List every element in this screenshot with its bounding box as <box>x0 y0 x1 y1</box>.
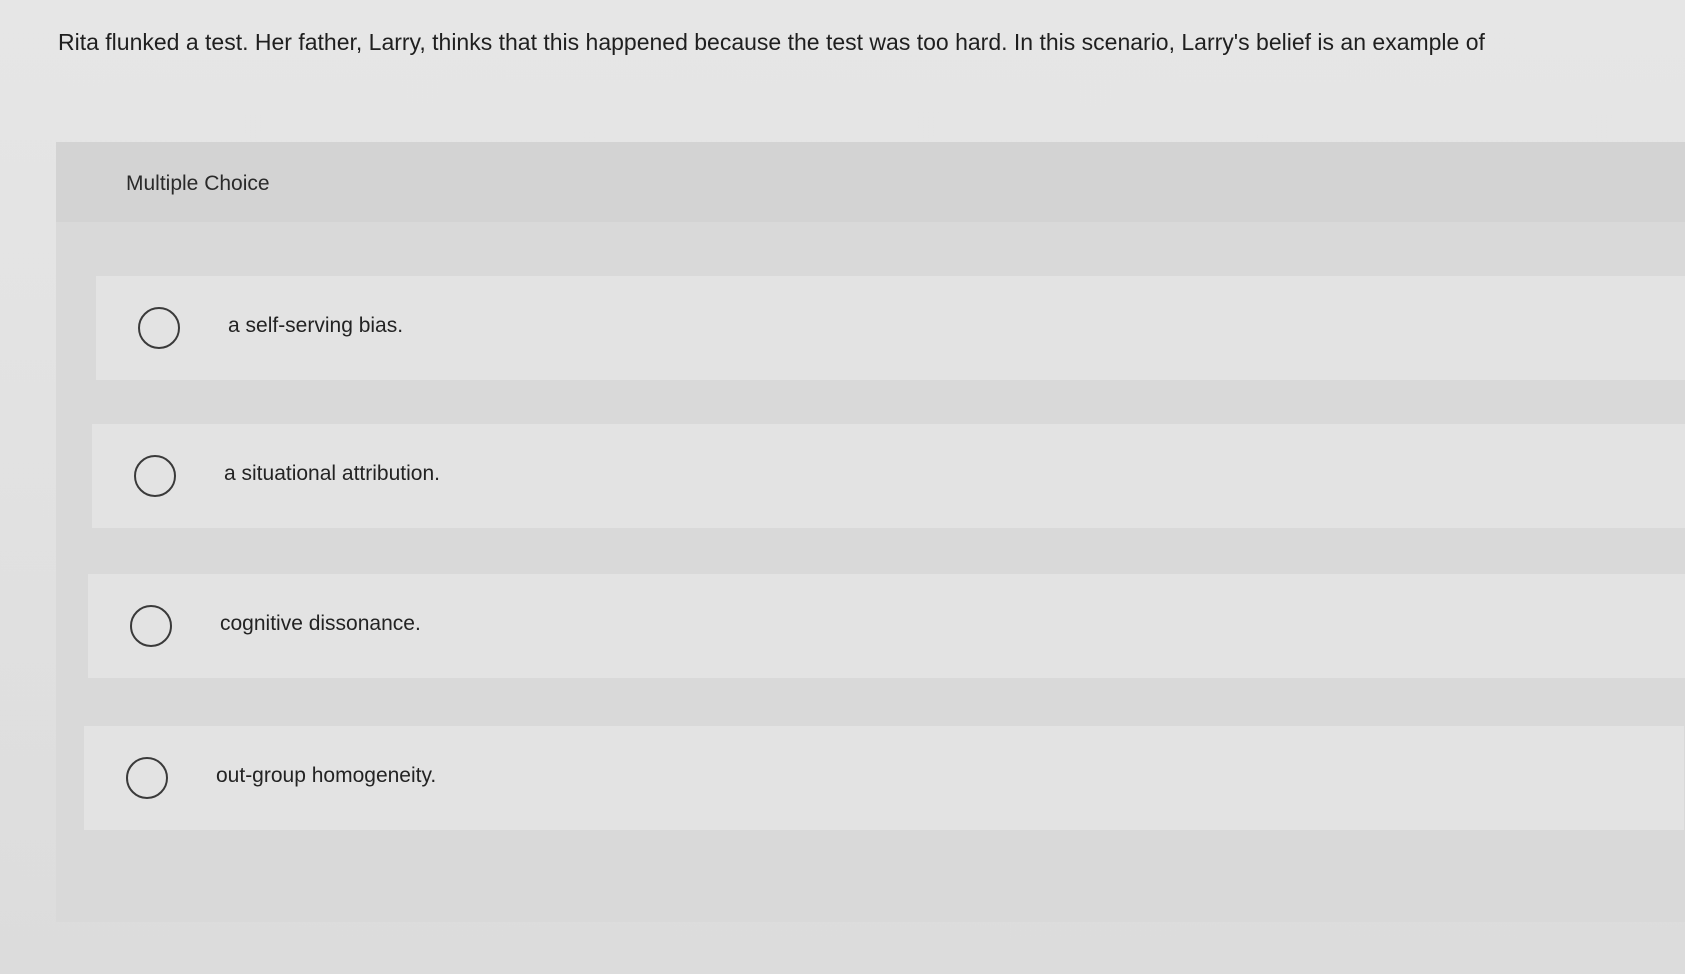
answer-option-1[interactable]: a self-serving bias. <box>96 276 1685 380</box>
question-text: Rita flunked a test. Her father, Larry, … <box>58 29 1485 55</box>
radio-button-icon[interactable] <box>138 307 180 349</box>
radio-button-icon[interactable] <box>130 605 172 647</box>
answer-option-label: cognitive dissonance. <box>220 612 421 635</box>
answer-option-label: a self-serving bias. <box>228 314 404 337</box>
multiple-choice-panel: Multiple Choice a self-serving bias. a s… <box>56 142 1685 922</box>
question-type-label: Multiple Choice <box>126 172 270 195</box>
answer-option-4[interactable]: out-group homogeneity. <box>84 726 1684 830</box>
radio-button-icon[interactable] <box>126 757 168 799</box>
panel-header: Multiple Choice <box>56 142 1685 222</box>
answer-option-2[interactable]: a situational attribution. <box>92 424 1685 528</box>
radio-button-icon[interactable] <box>134 455 176 497</box>
answer-option-label: out-group homogeneity. <box>216 764 437 787</box>
answer-option-label: a situational attribution. <box>224 462 440 485</box>
answer-option-3[interactable]: cognitive dissonance. <box>88 574 1685 678</box>
